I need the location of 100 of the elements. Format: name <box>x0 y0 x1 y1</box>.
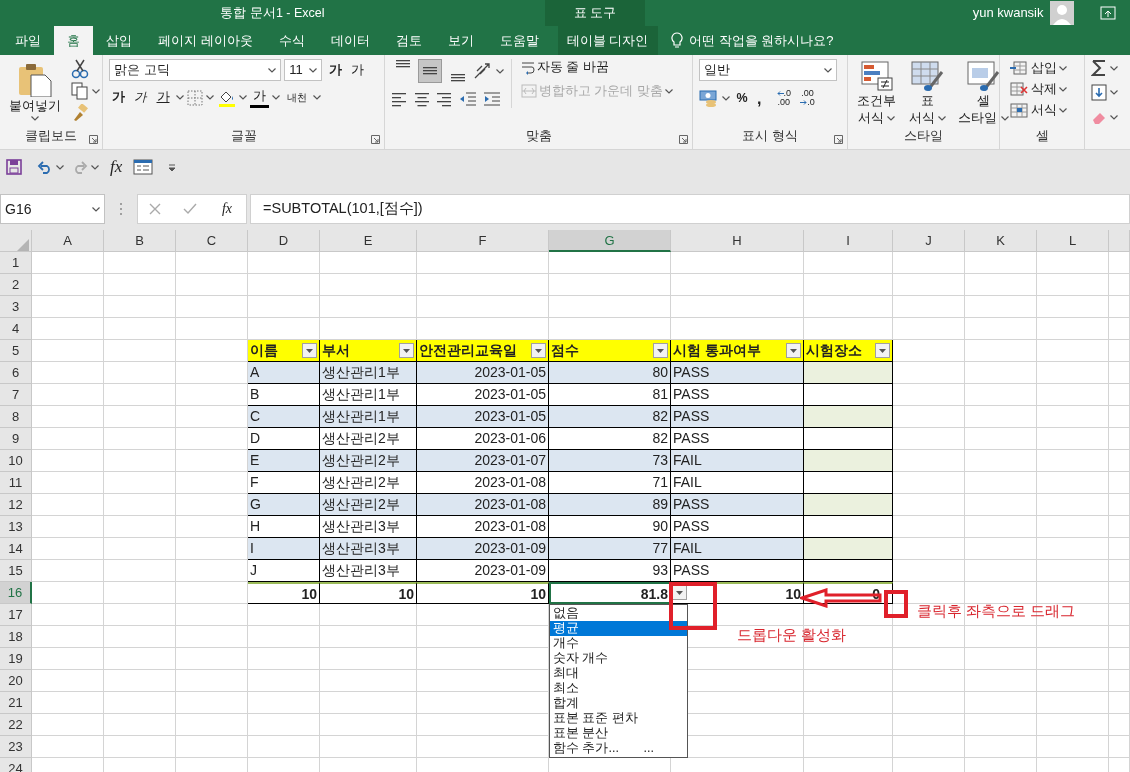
ribbon-display-icon[interactable] <box>1100 6 1116 20</box>
column-header[interactable]: I <box>804 230 893 252</box>
insert-function-button[interactable]: fx <box>107 155 126 179</box>
column-header[interactable]: J <box>893 230 965 252</box>
filter-button[interactable] <box>302 343 317 358</box>
column-header[interactable]: C <box>176 230 248 252</box>
row-header[interactable]: 18 <box>0 626 32 648</box>
font-color-button[interactable]: 가 <box>250 87 269 108</box>
ribbon-tab[interactable]: 데이터 <box>317 26 383 55</box>
insert-function-button[interactable]: fx <box>218 199 235 219</box>
undo-icon[interactable] <box>36 160 53 174</box>
save-icon[interactable] <box>6 159 22 175</box>
percent-button[interactable]: % <box>733 89 751 107</box>
comma-button[interactable]: , <box>753 87 765 109</box>
menu-item[interactable]: 평균 <box>550 621 687 636</box>
row-header[interactable]: 14 <box>0 538 32 560</box>
ribbon-tab[interactable]: 검토 <box>382 26 435 55</box>
row-header[interactable]: 3 <box>0 296 32 318</box>
column-header[interactable]: H <box>671 230 804 252</box>
currency-icon[interactable] <box>699 89 719 108</box>
customize-toolbar-icon[interactable] <box>167 163 176 172</box>
paste-button[interactable]: 붙여넣기 <box>6 59 64 122</box>
row-header[interactable]: 10 <box>0 450 32 472</box>
menu-item[interactable]: 숫자 개수 <box>550 651 687 666</box>
menu-item[interactable]: 합계 <box>550 696 687 711</box>
row-header[interactable]: 17 <box>0 604 32 626</box>
increase-font-button[interactable]: 가 <box>325 61 345 79</box>
format-as-table-button[interactable]: 표 서식 <box>905 59 949 127</box>
row-header[interactable]: 15 <box>0 560 32 582</box>
lightbulb-icon[interactable] <box>670 31 683 50</box>
row-header[interactable]: 8 <box>0 406 32 428</box>
column-header[interactable]: D <box>248 230 320 252</box>
menu-item[interactable]: 최소 <box>550 681 687 696</box>
row-header[interactable]: 2 <box>0 274 32 296</box>
menu-item[interactable]: 표본 표준 편차 <box>550 711 687 726</box>
font-name-field[interactable]: 맑은 고딕 <box>109 59 281 81</box>
row-header[interactable]: 19 <box>0 648 32 670</box>
ribbon-tab[interactable]: 도움말 <box>486 26 552 55</box>
row-header[interactable]: 6 <box>0 362 32 384</box>
copy-icon[interactable] <box>70 82 89 101</box>
column-header[interactable]: F <box>417 230 549 252</box>
form-icon[interactable] <box>133 159 154 175</box>
increase-decimal-button[interactable]: .0 .00 <box>773 88 795 109</box>
decrease-decimal-button[interactable]: .00 .0 <box>797 88 818 109</box>
name-box[interactable]: G16 <box>0 194 105 224</box>
dialog-launcher-icon[interactable] <box>89 135 98 144</box>
fill-down-icon[interactable] <box>1091 83 1107 102</box>
dialog-launcher-icon[interactable] <box>371 135 380 144</box>
formula-field[interactable]: =SUBTOTAL(101,[점수]) <box>250 194 1130 224</box>
filter-button[interactable] <box>531 343 546 358</box>
dialog-launcher-icon[interactable] <box>679 135 688 144</box>
column-header[interactable]: G <box>549 230 671 252</box>
vertical-align-button[interactable] <box>418 59 443 83</box>
decrease-indent-icon[interactable] <box>458 90 477 107</box>
phonetic-button[interactable]: 내천 <box>283 90 310 105</box>
menu-item[interactable]: 개수 <box>550 636 687 651</box>
conditional-formatting-button[interactable]: 조건부 서식 <box>854 59 899 127</box>
ribbon-tab[interactable]: 보기 <box>434 26 487 55</box>
row-header[interactable]: 20 <box>0 670 32 692</box>
row-header[interactable]: 4 <box>0 318 32 340</box>
tell-me-search[interactable]: 어떤 작업을 원하시나요? <box>689 30 834 51</box>
menu-item[interactable]: 함수 추가... ... <box>550 741 687 756</box>
menu-item[interactable]: 없음 <box>550 606 687 621</box>
wrap-text-button[interactable]: 자동 줄 바꿈 <box>518 59 676 76</box>
ribbon-tab[interactable]: 홈 <box>54 26 93 55</box>
text-orientation-icon[interactable] <box>472 62 493 80</box>
increase-indent-icon[interactable] <box>483 90 501 107</box>
row-header[interactable]: 21 <box>0 692 32 714</box>
row-header[interactable]: 23 <box>0 736 32 758</box>
column-header[interactable]: B <box>104 230 176 252</box>
decrease-font-button[interactable]: 가 <box>347 61 367 79</box>
bold-button[interactable]: 가 <box>109 89 128 106</box>
menu-item[interactable]: 표본 분산 <box>550 726 687 741</box>
row-header[interactable]: 12 <box>0 494 32 516</box>
filter-button[interactable] <box>875 343 890 358</box>
row-header[interactable]: 7 <box>0 384 32 406</box>
filter-button[interactable] <box>786 343 801 358</box>
number-format-field[interactable]: 일반 <box>699 59 837 81</box>
underline-button[interactable]: 가 <box>153 89 173 106</box>
column-header[interactable]: L <box>1037 230 1109 252</box>
row-header[interactable]: 5 <box>0 340 32 362</box>
italic-button[interactable]: 가 <box>131 89 151 106</box>
scissors-icon[interactable] <box>70 59 89 79</box>
ribbon-tab[interactable]: 페이지 레이아웃 <box>145 26 266 55</box>
ribbon-tab[interactable]: 파일 <box>2 26 54 55</box>
menu-item[interactable]: 최대 <box>550 666 687 681</box>
ribbon-tab[interactable]: 수식 <box>265 26 318 55</box>
row-header[interactable]: 1 <box>0 252 32 274</box>
filter-button[interactable] <box>653 343 668 358</box>
font-size-field[interactable]: 11 <box>284 59 323 81</box>
column-header[interactable]: K <box>965 230 1037 252</box>
dialog-launcher-icon[interactable] <box>834 135 843 144</box>
row-header[interactable]: 16 <box>0 582 32 604</box>
row-header[interactable]: 22 <box>0 714 32 736</box>
filter-button[interactable] <box>399 343 414 358</box>
ribbon-tab[interactable]: 삽입 <box>93 26 145 55</box>
row-header[interactable]: 11 <box>0 472 32 494</box>
row-header[interactable]: 9 <box>0 428 32 450</box>
column-header[interactable]: E <box>320 230 417 252</box>
autosum-icon[interactable] <box>1091 59 1107 77</box>
